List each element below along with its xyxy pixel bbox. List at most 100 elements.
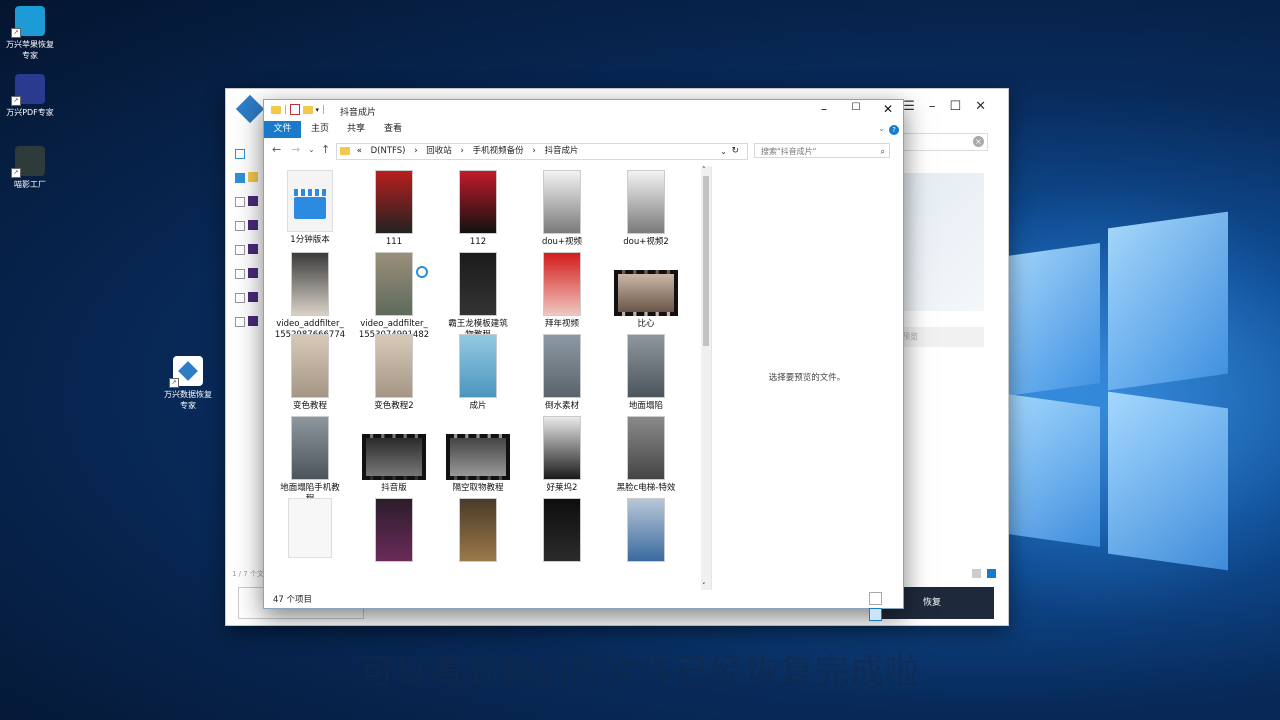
details-view-icon[interactable] bbox=[869, 592, 882, 605]
preview-button[interactable]: 预览 bbox=[900, 327, 984, 347]
row-checkbox[interactable] bbox=[235, 220, 258, 231]
breadcrumb-separator: › bbox=[414, 146, 418, 156]
file-item[interactable]: video_addfilter_ 1552987666774 bbox=[270, 252, 350, 341]
select-all-checkbox[interactable] bbox=[235, 149, 245, 159]
windows-logo-wallpaper bbox=[1000, 211, 1240, 571]
breadcrumb-recycle-bin[interactable]: 回收站 bbox=[426, 146, 452, 156]
desktop-icon-apple-recovery[interactable]: ↗ 万兴苹果恢复 专家 bbox=[0, 6, 60, 61]
view-switcher[interactable] bbox=[869, 592, 899, 621]
file-item[interactable]: 1分钟版本 bbox=[270, 170, 350, 246]
row-checkbox[interactable] bbox=[235, 244, 258, 255]
row-checkbox[interactable] bbox=[235, 172, 258, 183]
scroll-down-icon[interactable]: ˅ bbox=[702, 582, 706, 590]
file-name-label: 拜年视频 bbox=[544, 319, 579, 329]
expand-ribbon-icon[interactable]: ⌄ bbox=[878, 124, 885, 133]
row-checkbox[interactable] bbox=[235, 196, 258, 207]
desktop-icon-data-recovery[interactable]: ↗ 万兴数据恢复 专家 bbox=[158, 356, 218, 411]
file-item[interactable]: 好莱坞2 bbox=[522, 416, 602, 494]
file-item[interactable]: 地面塌陷 bbox=[606, 334, 686, 412]
app-search-input[interactable]: × bbox=[891, 133, 988, 151]
maximize-button[interactable]: ☐ bbox=[841, 102, 871, 113]
file-item[interactable]: 霸王龙模板建筑 物教程 bbox=[438, 252, 518, 341]
video-thumbnail bbox=[459, 252, 497, 316]
tab-share[interactable]: 共享 bbox=[344, 121, 368, 138]
file-item[interactable]: 比心 bbox=[606, 252, 686, 330]
filmora-app-icon: ↗ bbox=[11, 146, 45, 178]
refresh-icon[interactable]: ↻ bbox=[731, 144, 739, 159]
file-item[interactable]: dou+视频 bbox=[522, 170, 602, 248]
breadcrumb-current-folder[interactable]: 抖音成片 bbox=[544, 146, 578, 156]
breadcrumb-overflow[interactable]: « bbox=[357, 146, 362, 156]
up-arrow-icon[interactable]: ↑ bbox=[321, 143, 330, 156]
search-icon[interactable]: ⌕ bbox=[881, 144, 885, 159]
file-item[interactable]: 抖音版 bbox=[354, 416, 434, 494]
scrollbar-thumb[interactable] bbox=[703, 176, 709, 346]
breadcrumb-drive[interactable]: D(NTFS) bbox=[371, 146, 406, 156]
row-checkbox[interactable] bbox=[235, 292, 258, 303]
desktop-icon-label: 万兴数据恢复 专家 bbox=[164, 390, 212, 410]
file-item[interactable]: 成片 bbox=[438, 334, 518, 412]
ribbon-tabs: 文件 主页 共享 查看 ⌄ ? bbox=[264, 121, 903, 138]
help-icon[interactable]: ? bbox=[889, 125, 899, 135]
file-item[interactable]: 地面塌陷手机教 程 bbox=[270, 416, 350, 505]
video-thumbnail bbox=[375, 170, 413, 234]
file-item[interactable]: 倒水素材 bbox=[522, 334, 602, 412]
vertical-scrollbar[interactable]: ˄ ˅ bbox=[701, 166, 711, 590]
recent-locations-icon[interactable]: ⌄ bbox=[308, 145, 315, 154]
desktop-icon-filmora[interactable]: ↗ 喵影工厂 bbox=[0, 146, 60, 190]
file-item[interactable]: 112 bbox=[438, 170, 518, 248]
breadcrumb-phone-backup[interactable]: 手机视频备份 bbox=[473, 146, 524, 156]
back-arrow-icon[interactable]: ← bbox=[272, 143, 281, 156]
file-item[interactable]: 变色教程 bbox=[270, 334, 350, 412]
chevron-down-icon[interactable]: ▾ bbox=[316, 106, 320, 114]
file-item[interactable]: 变色教程2 bbox=[354, 334, 434, 412]
file-item[interactable]: 隔空取物教程 bbox=[438, 416, 518, 494]
clear-icon[interactable]: × bbox=[973, 136, 984, 147]
video-file-icon bbox=[287, 170, 333, 232]
file-item[interactable] bbox=[438, 498, 518, 565]
row-checkbox[interactable] bbox=[235, 316, 258, 327]
selection-count: 1 / 7 个文 bbox=[232, 570, 264, 578]
file-item[interactable]: 黑脸c电梯-特效 bbox=[606, 416, 686, 494]
row-checkbox[interactable] bbox=[235, 268, 258, 279]
address-bar[interactable]: « D(NTFS) › 回收站 › 手机视频备份 › 抖音成片 ⌄ ↻ bbox=[336, 143, 748, 160]
new-folder-icon[interactable] bbox=[302, 105, 313, 114]
video-thumbnail bbox=[627, 170, 665, 234]
minimize-button[interactable]: – bbox=[809, 102, 839, 116]
video-thumbnail bbox=[446, 434, 510, 480]
folder-icon bbox=[340, 146, 350, 155]
file-item[interactable] bbox=[522, 498, 602, 565]
tab-file[interactable]: 文件 bbox=[264, 121, 301, 138]
window-controls[interactable]: ☰–☐✕ bbox=[903, 99, 1000, 114]
properties-icon[interactable] bbox=[289, 104, 300, 115]
close-button[interactable]: ✕ bbox=[873, 102, 903, 116]
tab-view[interactable]: 查看 bbox=[381, 121, 405, 138]
app-logo-icon bbox=[235, 94, 265, 124]
video-thumbnail bbox=[375, 334, 413, 398]
video-thumbnail bbox=[627, 416, 665, 480]
tab-home[interactable]: 主页 bbox=[308, 121, 332, 138]
file-item[interactable] bbox=[606, 498, 686, 565]
quick-access-toolbar[interactable]: | ▾ | bbox=[271, 104, 325, 115]
address-dropdown-icon[interactable]: ⌄ bbox=[720, 144, 727, 159]
file-item[interactable]: dou+视频2 bbox=[606, 170, 686, 248]
file-item[interactable]: 拜年视频 bbox=[522, 252, 602, 330]
large-icons-view-icon[interactable] bbox=[869, 608, 882, 621]
file-checklist bbox=[226, 149, 264, 341]
desktop-icon-pdf[interactable]: ↗ 万兴PDF专家 bbox=[0, 74, 60, 118]
search-placeholder: 搜索"抖音成片" bbox=[761, 147, 817, 156]
file-item[interactable] bbox=[354, 498, 434, 565]
view-mode-icons[interactable] bbox=[972, 569, 1002, 579]
video-thumbnail bbox=[291, 252, 329, 316]
video-thumbnail bbox=[614, 270, 678, 316]
forward-arrow-icon[interactable]: → bbox=[291, 143, 300, 156]
video-thumbnail bbox=[459, 170, 497, 234]
desktop-icon-label: 万兴苹果恢复 专家 bbox=[6, 40, 54, 60]
scroll-up-icon[interactable]: ˄ bbox=[702, 166, 706, 174]
file-item[interactable]: 111 bbox=[354, 170, 434, 248]
folder-icon bbox=[271, 105, 281, 114]
video-thumbnail bbox=[543, 416, 581, 480]
search-box[interactable]: 搜索"抖音成片" ⌕ bbox=[754, 143, 890, 158]
file-name-label: 成片 bbox=[469, 401, 487, 411]
file-item[interactable] bbox=[270, 498, 350, 561]
